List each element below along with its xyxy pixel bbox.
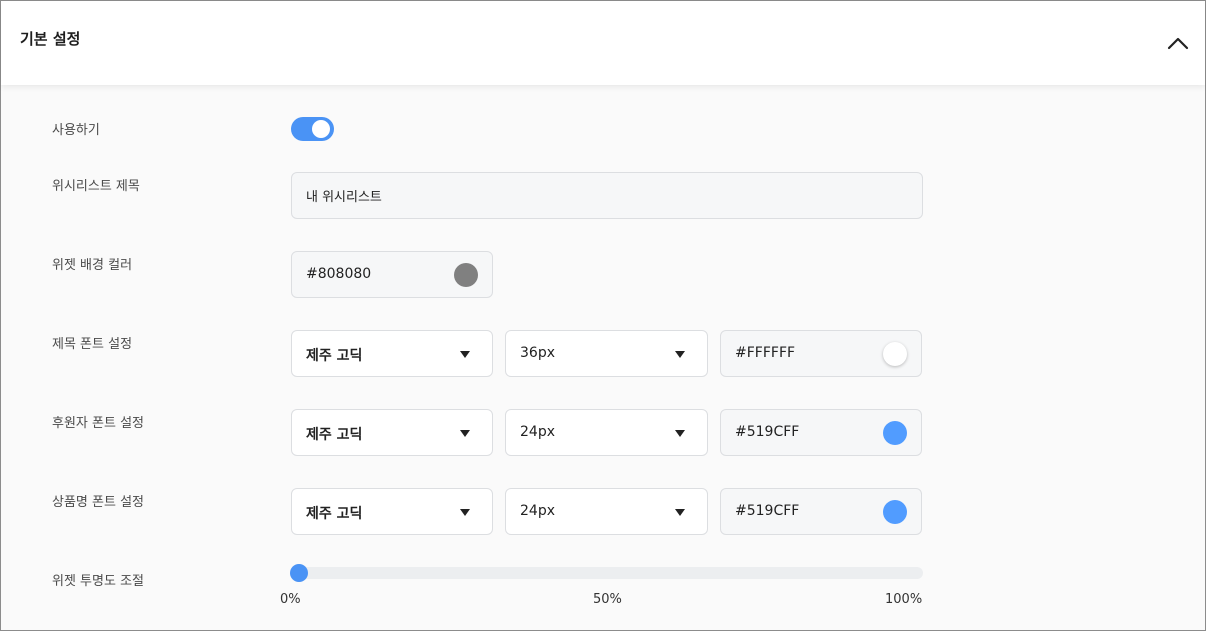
product-font-size-value: 24px (520, 503, 555, 519)
panel-header: 기본 설정 (1, 1, 1205, 85)
opacity-tick-max: 100% (885, 592, 923, 607)
opacity-slider-track[interactable] (291, 567, 923, 579)
opacity-label: 위젯 투명도 조절 (52, 574, 144, 589)
sponsor-font-family-select[interactable]: 제주 고딕 (291, 409, 493, 456)
product-font-label: 상품명 폰트 설정 (52, 495, 144, 510)
caret-down-icon (460, 430, 470, 437)
title-font-color-swatch[interactable] (883, 342, 907, 366)
chevron-up-icon (1167, 37, 1189, 50)
caret-down-icon (460, 509, 470, 516)
collapse-button[interactable] (1165, 31, 1191, 55)
product-font-color-value: #519CFF (735, 503, 800, 519)
title-font-label: 제목 폰트 설정 (52, 337, 133, 352)
title-font-family-select[interactable]: 제주 고딕 (291, 330, 493, 377)
wishlist-title-input[interactable] (291, 172, 923, 219)
title-font-size-select[interactable]: 36px (505, 330, 708, 377)
wishlist-title-label: 위시리스트 제목 (52, 179, 140, 194)
sponsor-font-family-value: 제주 고딕 (306, 427, 363, 443)
product-font-size-select[interactable]: 24px (505, 488, 708, 535)
product-font-family-select[interactable]: 제주 고딕 (291, 488, 493, 535)
widget-bg-color-swatch[interactable] (454, 263, 478, 287)
caret-down-icon (675, 430, 685, 437)
enable-label: 사용하기 (52, 123, 100, 138)
caret-down-icon (675, 351, 685, 358)
widget-bg-color-label: 위젯 배경 컬러 (52, 258, 133, 273)
sponsor-font-label: 후원자 폰트 설정 (52, 416, 144, 431)
sponsor-font-size-select[interactable]: 24px (505, 409, 708, 456)
widget-bg-color-value: #808080 (306, 266, 372, 282)
sponsor-font-color-swatch[interactable] (883, 421, 907, 445)
widget-bg-color-field[interactable]: #808080 (291, 251, 493, 298)
opacity-tick-min: 0% (280, 592, 301, 607)
caret-down-icon (460, 351, 470, 358)
title-font-family-value: 제주 고딕 (306, 348, 363, 364)
product-font-color-field[interactable]: #519CFF (720, 488, 922, 535)
caret-down-icon (675, 509, 685, 516)
title-font-color-field[interactable]: #FFFFFF (720, 330, 922, 377)
sponsor-font-color-value: #519CFF (735, 424, 800, 440)
opacity-tick-mid: 50% (593, 592, 622, 607)
product-font-family-value: 제주 고딕 (306, 506, 363, 522)
title-font-size-value: 36px (520, 345, 555, 361)
product-font-color-swatch[interactable] (883, 500, 907, 524)
sponsor-font-size-value: 24px (520, 424, 555, 440)
settings-panel: 기본 설정 사용하기 위시리스트 제목 위젯 배경 컬러 #808080 제목 … (0, 0, 1206, 631)
sponsor-font-color-field[interactable]: #519CFF (720, 409, 922, 456)
toggle-knob (312, 120, 330, 138)
enable-toggle[interactable] (291, 117, 334, 141)
panel-title: 기본 설정 (20, 30, 81, 48)
title-font-color-value: #FFFFFF (735, 345, 796, 361)
opacity-slider-handle[interactable] (290, 564, 308, 582)
